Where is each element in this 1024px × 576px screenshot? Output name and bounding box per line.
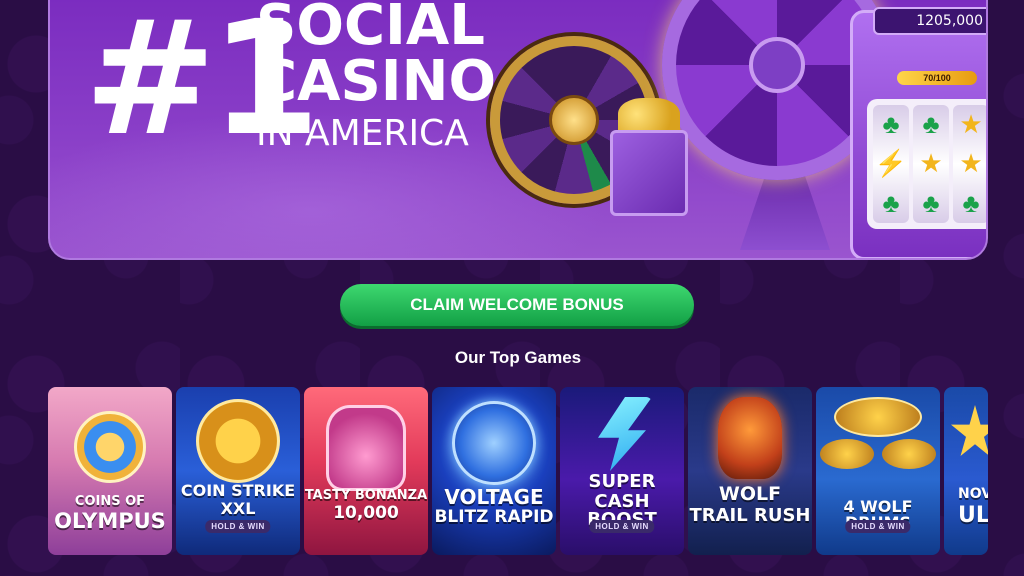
gold-drum-icon: [882, 439, 936, 469]
game-title-line-1: SUPER: [588, 471, 656, 492]
clover-icon: ♣: [962, 187, 980, 218]
headline-line-1: SOCIAL: [256, 0, 485, 58]
game-title-line-1: COINS OF: [74, 494, 146, 509]
game-title-line-1: TASTY BONANZA: [304, 488, 428, 503]
headline-line-2: CASINO: [256, 49, 497, 114]
fire-wolf-icon: [718, 397, 782, 479]
game-title-line-2: OLYMPUS: [54, 509, 166, 533]
gold-drum-icon: [820, 439, 874, 469]
game-card-coins-of-olympus[interactable]: COINS OF OLYMPUS: [48, 387, 172, 555]
clover-icon: ♣: [922, 187, 940, 218]
lightning-coin-icon: [196, 399, 280, 483]
lightning-coin-icon: [74, 411, 146, 483]
game-title-line-2: UL: [958, 503, 988, 528]
game-art: [944, 387, 988, 555]
game-title-line-1: COIN STRIKE: [180, 481, 296, 500]
claim-welcome-bonus-button[interactable]: CLAIM WELCOME BONUS: [340, 284, 694, 326]
star-icon: ★: [959, 148, 983, 179]
game-card-tasty-bonanza[interactable]: TASTY BONANZA 10,000: [304, 387, 428, 555]
clover-icon: ♣: [882, 187, 900, 218]
hold-and-win-badge: HOLD & WIN: [589, 520, 655, 533]
roulette-hub: [549, 95, 599, 145]
crown-icon: [749, 37, 805, 93]
hold-and-win-badge: HOLD & WIN: [845, 520, 911, 533]
top-games-carousel[interactable]: COINS OF OLYMPUS COIN STRIKE XXL HOLD & …: [48, 387, 988, 555]
game-card-wolf-trail-rush[interactable]: WOLF TRAIL RUSH: [688, 387, 812, 555]
game-card-super-cash-boost[interactable]: SUPER CASH BOOST HOLD & WIN: [560, 387, 684, 555]
game-title-line-1: WOLF: [718, 483, 782, 505]
hero-banner[interactable]: #1 SOCIAL CASINO IN AMERICA 1205,000 70/…: [48, 0, 988, 260]
game-title-line-2: TRAIL RUSH: [689, 505, 811, 526]
slot-reels: ♣ ⚡ ♣ ♣ ★ ♣ ★ ★ ♣: [867, 99, 986, 229]
game-title-line-2: 10,000: [333, 503, 399, 523]
game-card-partial[interactable]: NOV UL: [944, 387, 988, 555]
energy-orb-icon: [452, 401, 536, 485]
candy-jar-icon: [326, 405, 406, 491]
clover-icon: ♣: [882, 109, 900, 140]
game-title-line-1: VOLTAGE: [444, 485, 544, 509]
slot-display: 1205,000: [873, 7, 986, 35]
top-games-heading: Our Top Games: [454, 348, 582, 367]
reel: ★ ★ ♣: [953, 105, 986, 223]
game-title-line-2: BLITZ RAPID: [434, 507, 554, 527]
gold-drum-icon: [834, 397, 922, 437]
star-icon: ★: [959, 109, 983, 140]
wheel-stand-illustration: [740, 170, 830, 250]
slot-machine-illustration: 1205,000 70/100 ♣ ⚡ ♣ ♣ ★ ♣ ★ ★ ♣: [850, 7, 986, 258]
hold-and-win-badge: HOLD & WIN: [205, 520, 271, 533]
game-card-coin-strike-xxl[interactable]: COIN STRIKE XXL HOLD & WIN: [176, 387, 300, 555]
reel: ♣ ★ ♣: [913, 105, 949, 223]
crown-crate-illustration: [610, 130, 688, 216]
game-card-voltage-blitz-rapid[interactable]: VOLTAGE BLITZ RAPID: [432, 387, 556, 555]
game-title-line-1: NOV: [958, 486, 988, 502]
lightning-icon: ⚡: [874, 148, 908, 179]
clover-icon: ♣: [922, 109, 940, 140]
game-card-4-wolf-drums[interactable]: 4 WOLF DRUMS HOLD & WIN: [816, 387, 940, 555]
reel: ♣ ⚡ ♣: [873, 105, 909, 223]
star-icon: ★: [919, 148, 943, 179]
slot-progress-bar: 70/100: [897, 71, 977, 85]
game-title-line-2: XXL: [220, 499, 256, 518]
headline-line-3: IN AMERICA: [256, 113, 469, 154]
